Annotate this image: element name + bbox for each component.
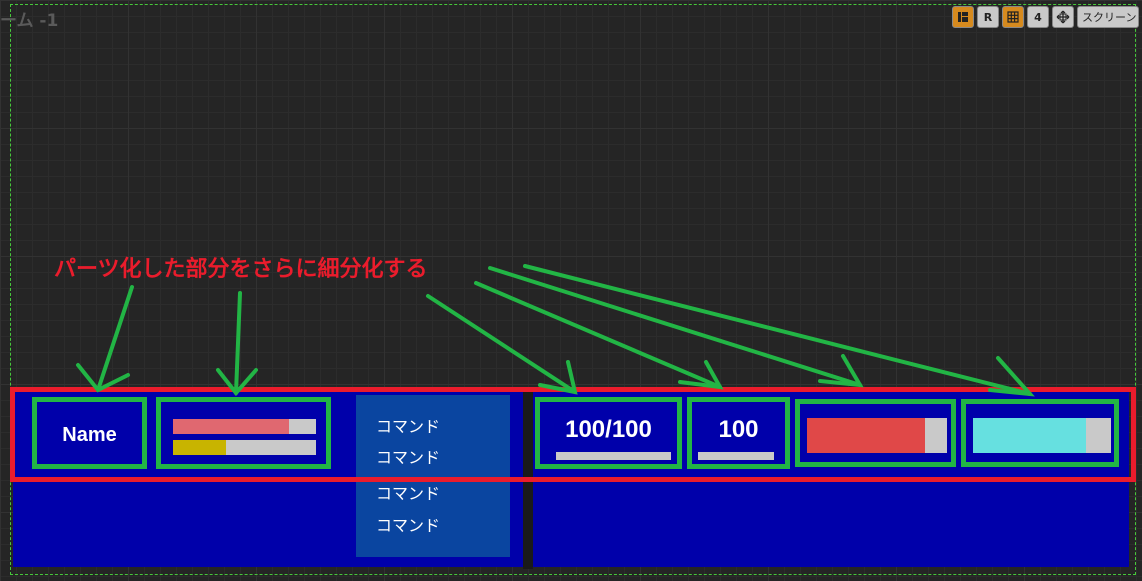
annotation-arrows: [76, 264, 1035, 397]
arrow-to-status-bars: [234, 291, 242, 395]
arrow-to-hp-text: [426, 294, 577, 394]
arrow-to-cyan-gauge: [523, 264, 1032, 396]
arrow-to-mp-text: [474, 281, 722, 389]
